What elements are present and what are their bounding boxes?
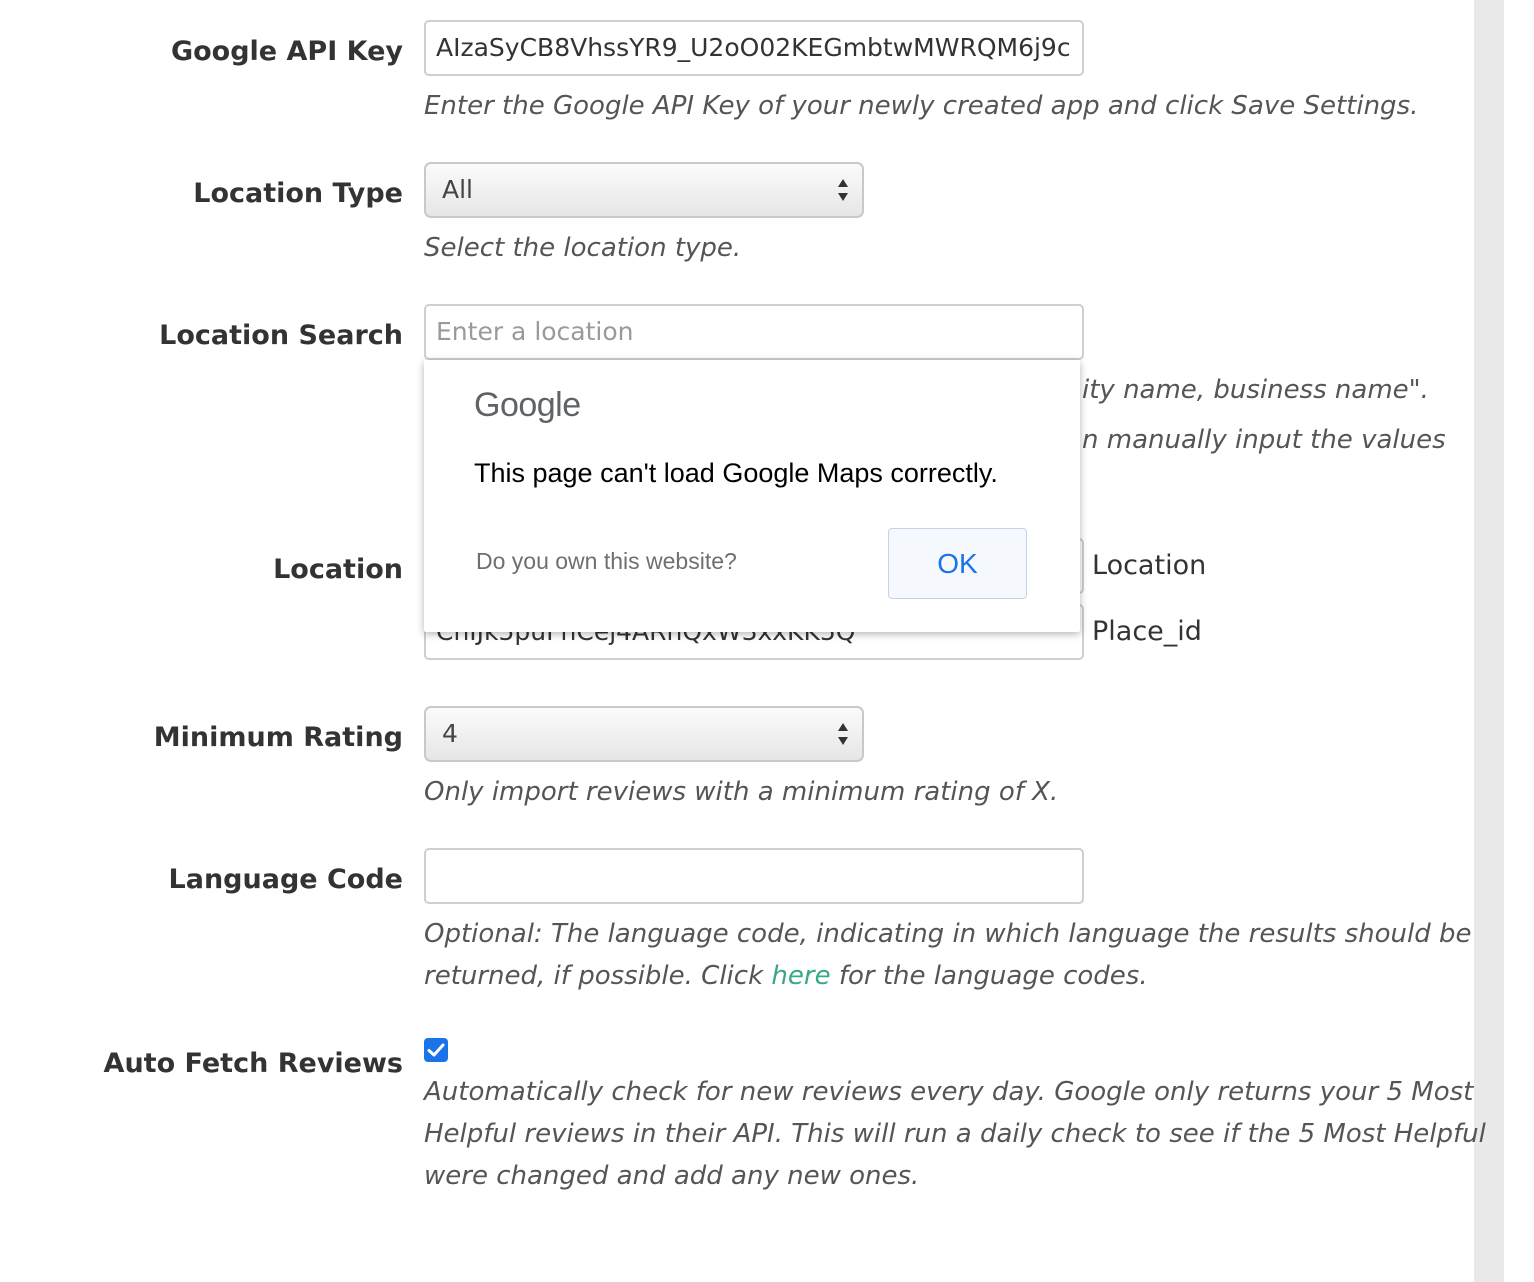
- language-code-help-before: returned, if possible. Click: [424, 961, 772, 991]
- language-codes-link[interactable]: here: [771, 961, 830, 991]
- location-type-help: Select the location type.: [424, 233, 742, 263]
- place-id-suffix-label: Place_id: [1092, 616, 1202, 647]
- location-label: Location: [273, 554, 403, 585]
- language-code-help-after: for the language codes.: [830, 961, 1148, 991]
- api-key-input[interactable]: AIzaSyCB8VhssYR9_U2oO02KEGmbtwMWRQM6j9c: [424, 20, 1084, 76]
- updown-arrows-icon: [838, 723, 848, 745]
- language-code-label: Language Code: [168, 864, 403, 895]
- own-website-question: Do you own this website?: [476, 548, 737, 574]
- minimum-rating-label: Minimum Rating: [153, 722, 403, 753]
- location-search-input[interactable]: Enter a location: [424, 304, 1084, 360]
- api-key-label: Google API Key: [170, 36, 403, 67]
- scrollbar-track[interactable]: [1474, 0, 1504, 1282]
- ok-button[interactable]: OK: [888, 528, 1027, 599]
- google-logo: Google: [474, 386, 581, 424]
- location-suffix-label: Location: [1092, 550, 1207, 581]
- language-code-help-line1: Optional: The language code, indicating …: [424, 919, 1472, 949]
- auto-fetch-help-line2: Helpful reviews in their API. This will …: [424, 1119, 1486, 1149]
- settings-page: Google API Key AIzaSyCB8VhssYR9_U2oO02KE…: [0, 0, 1534, 1282]
- auto-fetch-label: Auto Fetch Reviews: [103, 1048, 403, 1079]
- auto-fetch-checkbox[interactable]: [424, 1038, 448, 1062]
- location-type-select[interactable]: All: [424, 162, 864, 218]
- maps-error-dialog: Google This page can't load Google Maps …: [424, 360, 1080, 632]
- updown-arrows-icon: [838, 179, 848, 201]
- maps-error-message: This page can't load Google Maps correct…: [474, 458, 998, 488]
- minimum-rating-select[interactable]: 4: [424, 706, 864, 762]
- language-code-input[interactable]: [424, 848, 1084, 904]
- auto-fetch-help-line3: were changed and add any new ones.: [424, 1161, 920, 1191]
- location-type-selected: All: [442, 175, 473, 204]
- location-search-help-line1: ity name, business name".: [1082, 375, 1429, 405]
- auto-fetch-help-line1: Automatically check for new reviews ever…: [424, 1077, 1474, 1107]
- location-type-label: Location Type: [193, 178, 403, 209]
- api-key-help: Enter the Google API Key of your newly c…: [424, 91, 1419, 121]
- minimum-rating-selected: 4: [442, 719, 458, 748]
- location-search-help-line2: n manually input the values: [1082, 425, 1446, 455]
- location-search-label: Location Search: [159, 320, 403, 351]
- minimum-rating-help: Only import reviews with a minimum ratin…: [424, 777, 1059, 807]
- language-code-help-line2: returned, if possible. Click here for th…: [424, 955, 1148, 997]
- checkmark-icon: [427, 1043, 445, 1057]
